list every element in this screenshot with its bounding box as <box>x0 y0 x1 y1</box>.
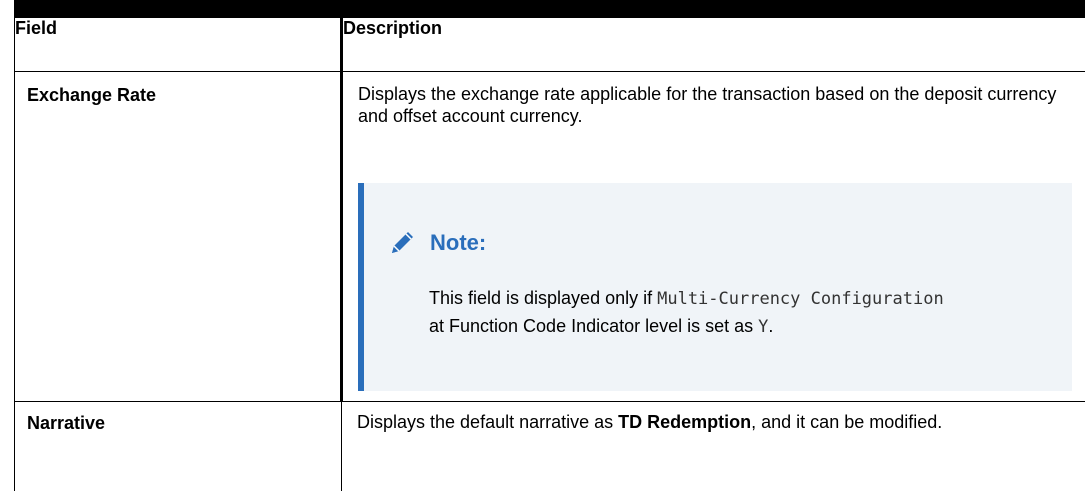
note-text-end: . <box>768 316 773 336</box>
description-cell: Displays the default narrative as TD Red… <box>342 401 1085 491</box>
table-header-row: Field Description <box>15 18 1085 71</box>
description-text: Displays the default narrative as TD Red… <box>342 402 1085 433</box>
pencil-icon <box>386 227 418 259</box>
table-row: Narrative Displays the default narrative… <box>15 401 1085 491</box>
note-heading: Note: <box>386 227 486 259</box>
top-rule <box>14 0 1085 18</box>
field-name: Exchange Rate <box>15 72 340 106</box>
field-description-table: Field Description Exchange Rate Displays… <box>14 18 1085 491</box>
table-row: Exchange Rate Displays the exchange rate… <box>15 71 1085 401</box>
description-cell: Displays the exchange rate applicable fo… <box>342 71 1085 401</box>
note-text-start: This field is displayed only if <box>429 288 657 308</box>
note-body: This field is displayed only if Multi-Cu… <box>429 285 949 341</box>
description-end: , and it can be modified. <box>751 412 942 432</box>
description-text: Displays the exchange rate applicable fo… <box>343 72 1085 127</box>
field-name: Narrative <box>15 402 341 434</box>
header-description: Description <box>342 18 1085 71</box>
field-cell: Narrative <box>15 401 342 491</box>
document-page: Field Description Exchange Rate Displays… <box>14 0 1085 486</box>
note-text-middle: at Function Code Indicator level is set … <box>429 316 758 336</box>
note-code-setting: Multi-Currency Configuration <box>657 289 944 309</box>
note-box: Note: This field is displayed only if Mu… <box>358 183 1072 391</box>
header-field: Field <box>15 18 342 71</box>
note-code-value: Y <box>758 317 768 337</box>
description-start: Displays the default narrative as <box>357 412 618 432</box>
description-bold: TD Redemption <box>618 412 751 432</box>
note-title: Note: <box>430 230 486 256</box>
field-cell: Exchange Rate <box>15 71 342 401</box>
